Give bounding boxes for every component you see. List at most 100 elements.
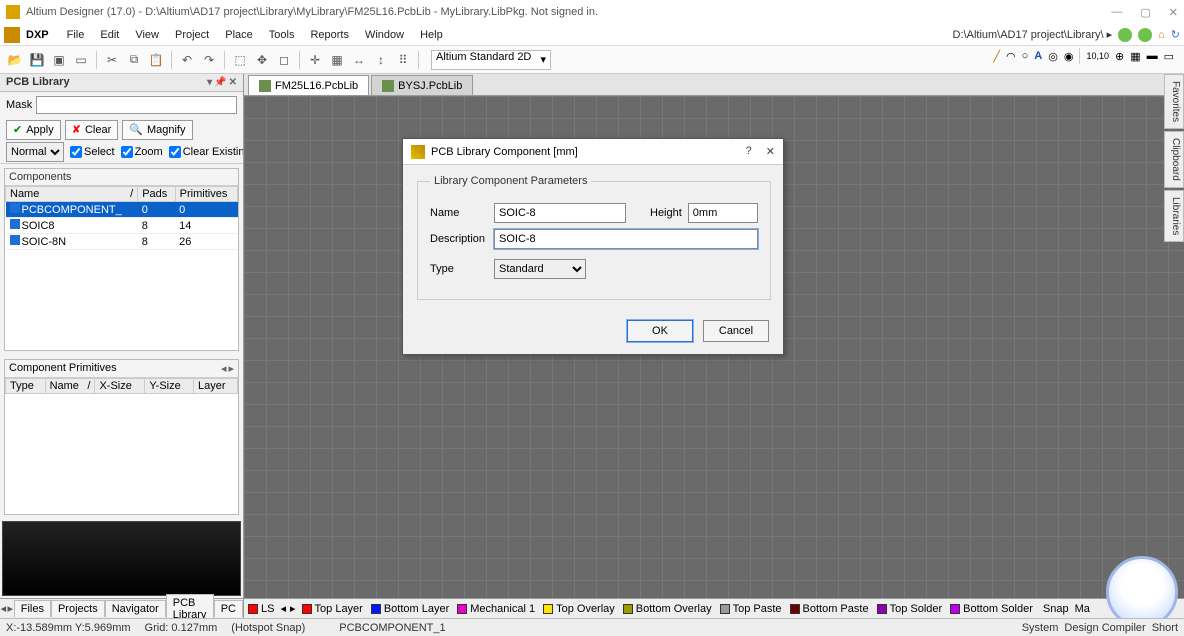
text-icon[interactable]: A [1034,50,1042,62]
layer-tab[interactable]: Top Paste [716,603,786,615]
dialog-help-icon[interactable]: ? [746,145,752,158]
status-design-compiler[interactable]: Design Compiler [1064,622,1145,634]
clear-button[interactable]: ✘Clear [65,120,119,140]
ls-label[interactable]: LS [261,603,274,615]
via-icon[interactable]: ◉ [1064,50,1074,63]
tab-projects[interactable]: Projects [51,600,105,617]
layer-tab[interactable]: Top Layer [298,603,367,615]
undo-icon[interactable]: ↶ [178,51,196,69]
tab-scroll-left-icon[interactable]: ◂ [0,602,7,615]
arc-icon[interactable]: ◠ [1006,50,1016,63]
refresh-icon[interactable]: ↻ [1171,28,1180,41]
height-input[interactable] [688,203,758,223]
tab-scroll-right-icon[interactable]: ▸ [7,602,14,615]
tab-favorites[interactable]: Favorites [1164,74,1184,129]
type-select[interactable]: Standard [494,259,586,279]
zoom-fit-icon[interactable]: ▭ [72,51,90,69]
save-icon[interactable]: 💾 [28,51,46,69]
doc-tab-bysj[interactable]: BYSJ.PcbLib [371,75,473,95]
minimize-button[interactable]: — [1111,6,1122,19]
layer-tab[interactable]: Mechanical 1 [453,603,539,615]
cut-icon[interactable]: ✂ [103,51,121,69]
menu-file[interactable]: File [59,27,93,43]
tab-clipboard[interactable]: Clipboard [1164,131,1184,188]
status-shortcuts[interactable]: Short [1152,622,1178,634]
maximize-button[interactable]: ▢ [1140,6,1150,19]
col-type[interactable]: Type [6,379,46,394]
mask-input[interactable] [36,96,237,114]
tab-navigator[interactable]: Navigator [105,600,166,617]
paste-icon[interactable]: 📋 [147,51,165,69]
cancel-button[interactable]: Cancel [703,320,769,342]
tab-libraries[interactable]: Libraries [1164,190,1184,242]
menu-place[interactable]: Place [217,27,261,43]
tab-files[interactable]: Files [14,600,51,617]
dialog-close-icon[interactable]: ✕ [766,145,775,158]
menu-tools[interactable]: Tools [261,27,303,43]
deselect-icon[interactable]: ◻ [275,51,293,69]
open-icon[interactable]: 📂 [6,51,24,69]
table-row[interactable]: SOIC-8N 826 [6,234,238,250]
snap-toggle[interactable]: Snap [1043,603,1069,615]
origin-icon[interactable]: ⊕ [1115,50,1124,63]
units-icon[interactable]: ↔ [350,51,368,69]
nav-right-icon[interactable]: ▸ [228,362,234,375]
cross-probe-icon[interactable]: ✛ [306,51,324,69]
col-pname[interactable]: Name / [45,379,95,394]
status-system[interactable]: System [1022,622,1059,634]
nav-back-icon[interactable] [1118,28,1132,42]
menu-help[interactable]: Help [412,27,451,43]
zoom-area-icon[interactable]: ▣ [50,51,68,69]
layer-tab[interactable]: Top Solder [873,603,947,615]
apply-button[interactable]: ✔Apply [6,120,61,140]
pad-icon[interactable]: ◎ [1048,50,1058,63]
move-icon[interactable]: ✥ [253,51,271,69]
mask-toggle[interactable]: Ma [1075,603,1090,615]
clear-existing-checkbox[interactable]: Clear Existin [169,146,243,158]
grid-dots-icon[interactable]: ⠿ [394,51,412,69]
grid-icon[interactable]: ▦ [328,51,346,69]
nav-fwd-icon[interactable] [1138,28,1152,42]
magnify-button[interactable]: 🔍Magnify [122,120,192,140]
col-pads[interactable]: Pads [138,187,175,202]
array-icon[interactable]: ▦ [1130,50,1140,63]
mode-select[interactable]: Normal [6,142,64,162]
layer-tab[interactable]: Bottom Layer [367,603,453,615]
zoom-checkbox[interactable]: Zoom [121,146,163,158]
region-icon[interactable]: ▬ [1147,50,1158,62]
home-icon[interactable]: ⌂ [1158,29,1165,41]
menu-window[interactable]: Window [357,27,412,43]
line-icon[interactable]: ╱ [993,50,1000,63]
layer-nav-left-icon[interactable]: ◂ [278,602,288,615]
redo-icon[interactable]: ↷ [200,51,218,69]
panel-pin-icon[interactable]: 📌 [214,77,226,88]
col-primitives[interactable]: Primitives [175,187,237,202]
name-input[interactable] [494,203,626,223]
nav-left-icon[interactable]: ◂ [221,362,227,375]
close-button[interactable]: ✕ [1169,6,1178,19]
ok-button[interactable]: OK [627,320,693,342]
panel-close-icon[interactable]: ✕ [229,77,237,88]
dxp-menu[interactable]: DXP [26,29,49,41]
view-mode-select[interactable]: Altium Standard 2D [431,50,551,70]
copy-icon[interactable]: ⧉ [125,51,143,69]
menu-edit[interactable]: Edit [92,27,127,43]
doc-tab-fm25l16[interactable]: FM25L16.PcbLib [248,75,369,95]
select-icon[interactable]: ⬚ [231,51,249,69]
panel-dropdown-icon[interactable]: ▾ [207,77,212,88]
menu-project[interactable]: Project [167,27,217,43]
layer-tab[interactable]: Bottom Overlay [619,603,716,615]
tab-pc[interactable]: PC [214,600,243,617]
description-input[interactable] [494,229,758,249]
dimension-icon[interactable]: 10,10 [1086,51,1109,61]
col-name[interactable]: Name / [6,187,138,202]
menu-reports[interactable]: Reports [302,27,357,43]
circle-icon[interactable]: ○ [1022,50,1029,62]
layer-nav-right-icon[interactable]: ▸ [288,602,298,615]
table-row[interactable]: PCBCOMPONENT_ 00 [6,202,238,218]
polygon-icon[interactable]: ▭ [1164,50,1174,63]
table-row[interactable]: SOIC8 814 [6,218,238,234]
col-ysize[interactable]: Y-Size [145,379,194,394]
layer-tab[interactable]: Bottom Paste [786,603,873,615]
layer-tab[interactable]: Top Overlay [539,603,619,615]
